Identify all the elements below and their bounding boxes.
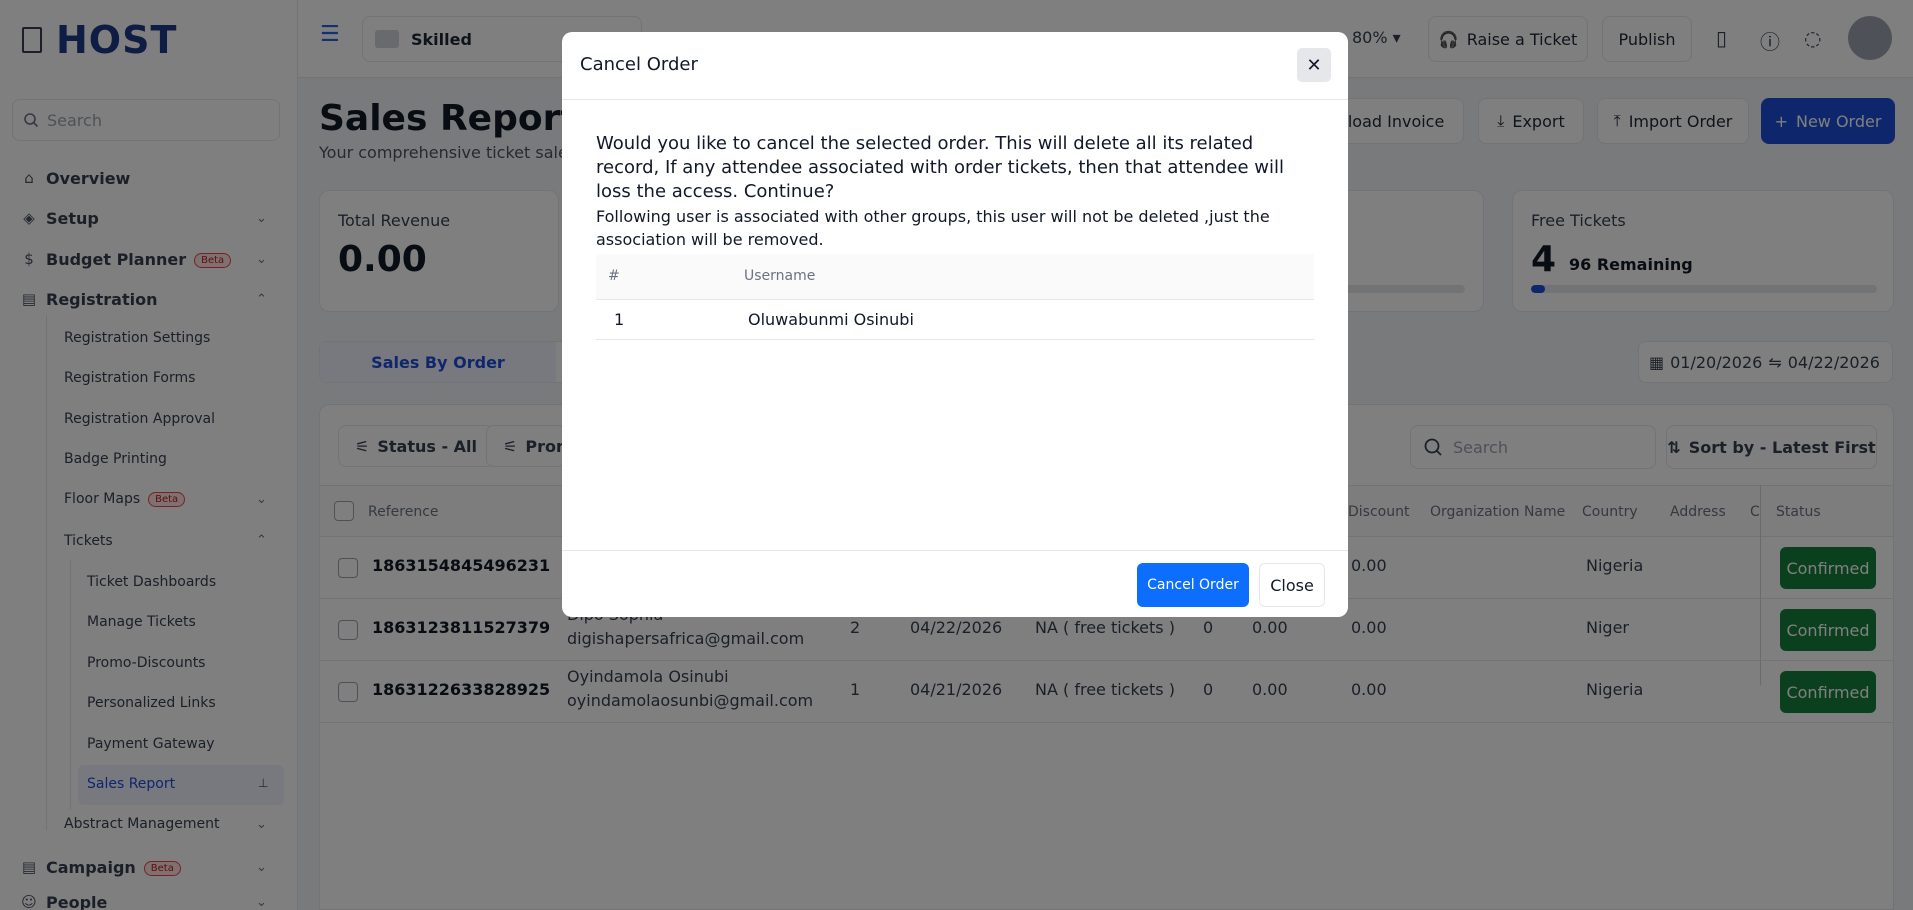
confirm-cancel-order-button[interactable]: Cancel Order xyxy=(1137,563,1249,607)
close-button[interactable]: Close xyxy=(1259,563,1325,607)
row-username: Oluwabunmi Osinubi xyxy=(748,310,914,329)
close-icon[interactable]: ✕ xyxy=(1297,48,1331,82)
users-table-header: # Username xyxy=(596,254,1314,300)
column-username: Username xyxy=(744,268,816,284)
row-number: 1 xyxy=(614,310,625,329)
cancel-order-modal: Cancel Order ✕ Would you like to cancel … xyxy=(562,32,1348,617)
modal-header: Cancel Order ✕ xyxy=(562,32,1348,100)
users-table-row: 1 Oluwabunmi Osinubi xyxy=(596,300,1314,340)
modal-note: Following user is associated with other … xyxy=(596,207,1270,249)
modal-message: Would you like to cancel the selected or… xyxy=(596,133,1284,202)
modal-title: Cancel Order xyxy=(580,54,698,75)
column-number: # xyxy=(608,268,620,284)
modal-footer: Cancel Order Close xyxy=(562,550,1348,617)
